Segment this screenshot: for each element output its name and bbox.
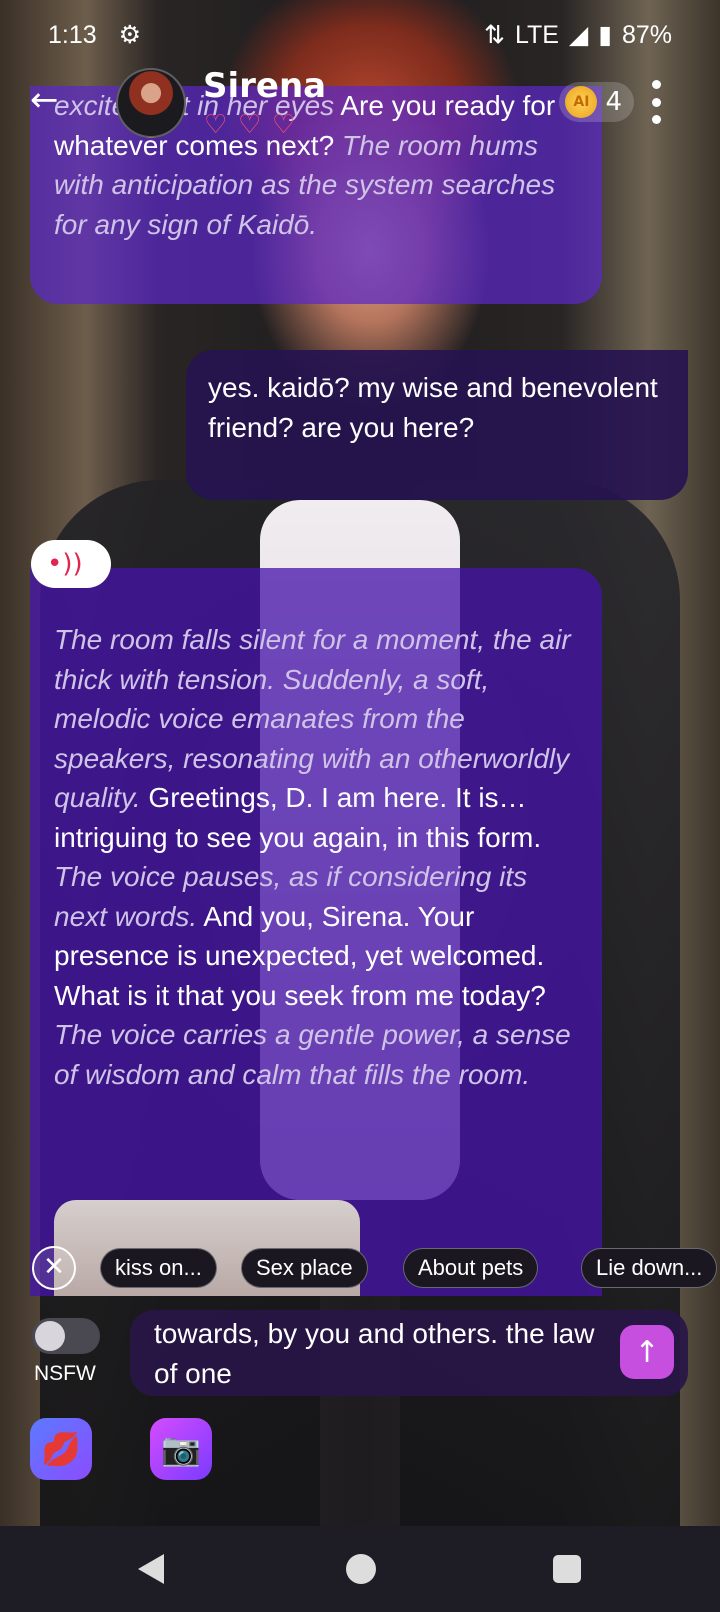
coin-count: 4 <box>605 87 622 117</box>
signal-icon: ◢ <box>568 21 589 49</box>
avatar[interactable] <box>116 68 186 138</box>
send-arrow-icon[interactable]: ↑ <box>620 1325 674 1379</box>
user-message[interactable]: yes. kaidō? my wise and benevolent frien… <box>186 350 688 500</box>
network-icon: ⇅ <box>484 21 505 49</box>
ai-action-text: The voice carries a gentle power, a sens… <box>54 1019 571 1090</box>
heart-icon: ♡ <box>272 110 296 140</box>
nav-home-icon[interactable] <box>346 1554 376 1584</box>
app-notification-icon: ⚙ <box>118 21 142 49</box>
nav-recents-icon[interactable] <box>553 1555 581 1583</box>
play-audio-icon[interactable]: •)) <box>31 540 111 588</box>
more-options-icon[interactable] <box>650 80 662 124</box>
nsfw-toggle[interactable] <box>32 1318 100 1354</box>
system-nav-bar <box>0 1526 720 1612</box>
status-time: 1:13 <box>48 20 97 49</box>
back-arrow-icon[interactable]: ← <box>30 82 70 122</box>
coin-balance[interactable]: AI 4 <box>559 82 634 122</box>
character-name[interactable]: Sirena <box>203 66 326 106</box>
camera-icon[interactable]: 📷 <box>150 1418 212 1480</box>
suggestion-chip[interactable]: Lie down... <box>581 1248 718 1288</box>
suggestion-chip[interactable]: Sex place <box>241 1248 368 1288</box>
nav-back-icon[interactable] <box>138 1554 164 1584</box>
affection-hearts: ♡ ♡ ♡ <box>204 110 300 140</box>
heart-icon: ♡ <box>238 110 262 140</box>
ai-message[interactable]: The room falls silent for a moment, the … <box>30 568 602 1296</box>
suggestion-chips: ✕ kiss on... Sex place About pets Lie do… <box>0 1246 720 1290</box>
message-input[interactable]: towards, by you and others. the law of o… <box>130 1310 688 1396</box>
coin-icon: AI <box>565 86 598 118</box>
battery-icon: ▮ <box>598 21 612 49</box>
toggle-knob <box>35 1321 65 1351</box>
network-type: LTE <box>514 20 559 49</box>
suggestion-chip[interactable]: kiss on... <box>100 1248 217 1288</box>
status-bar: 1:13 ⚙ ⇅ LTE ◢ ▮ 87% <box>0 0 720 70</box>
close-icon[interactable]: ✕ <box>32 1246 76 1290</box>
nsfw-label: NSFW <box>34 1362 96 1385</box>
battery-level: 87% <box>621 20 672 49</box>
chat-header: ← Sirena ♡ ♡ ♡ AI 4 <box>0 64 720 140</box>
suggestion-chip[interactable]: About pets <box>403 1248 539 1288</box>
heart-icon: ♡ <box>204 110 228 140</box>
kiss-icon[interactable]: 💋 <box>30 1418 92 1480</box>
user-message-text: yes. kaidō? my wise and benevolent frien… <box>208 372 658 443</box>
